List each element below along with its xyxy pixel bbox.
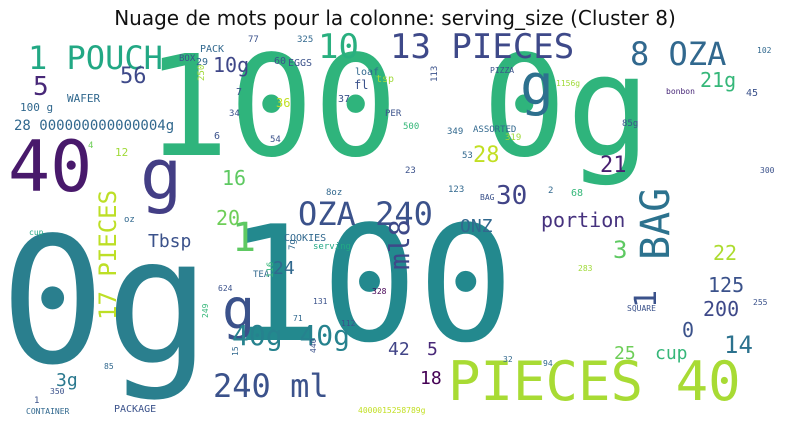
word-per: PER — [385, 109, 402, 119]
word-40: 40 — [8, 126, 93, 208]
word-portion: portion — [541, 208, 626, 232]
word-container: CONTAINER — [26, 407, 70, 416]
word-249: 249 — [201, 303, 210, 318]
word-250: 250 — [197, 64, 207, 81]
word-tsp: tsp — [376, 74, 395, 85]
word-94: 94 — [543, 359, 553, 368]
word-36: 36 — [276, 96, 291, 110]
word-16: 16 — [222, 166, 247, 190]
word-5: 5 — [33, 72, 49, 102]
word-serving: serving — [313, 242, 351, 252]
word-440: 440 — [309, 338, 318, 353]
word-100-g: 100 g — [20, 101, 54, 114]
word-21: 21 — [600, 153, 627, 178]
word-20: 20 — [216, 206, 241, 230]
word-53: 53 — [462, 151, 473, 161]
word-cup: cup — [29, 228, 44, 237]
word-28: 28 — [473, 143, 500, 168]
word-4000015258789g: 4000015258789g — [358, 406, 426, 415]
word-bonbon: bonbon — [666, 87, 695, 96]
word-18: 18 — [420, 368, 442, 389]
word-85: 85 — [104, 362, 114, 371]
word-42: 42 — [388, 339, 410, 360]
word-102: 102 — [757, 46, 772, 55]
word-24: 24 — [273, 258, 295, 279]
word-14: 14 — [724, 331, 753, 359]
word-319: 319 — [505, 133, 522, 143]
word-4: 4 — [88, 141, 94, 151]
word-500: 500 — [403, 122, 420, 132]
word-cup: cup — [655, 343, 688, 364]
word-2: 2 — [548, 186, 554, 196]
word-123: 123 — [448, 185, 465, 195]
word-cloud: 100 0g 0g 100 PIECES 40 40 g g g 1 POUCH 10 13 PIE… — [0, 0, 790, 429]
word-325: 325 — [297, 35, 314, 45]
word-200: 200 — [703, 297, 740, 321]
word-box: BOX — [179, 54, 196, 64]
word-8-oza: 8 OZA — [630, 35, 727, 73]
word-pizza: PIZZA — [490, 66, 515, 75]
word-pack: PACK — [200, 44, 225, 55]
word-eggs: EGGS — [288, 58, 313, 69]
word-40g-40g: 40g 40g — [232, 319, 351, 352]
word-23: 23 — [405, 166, 416, 176]
word-bag: BAG — [633, 187, 679, 260]
word-116: 116 — [266, 261, 276, 278]
word-54: 54 — [270, 135, 281, 145]
word-pieces-40: PIECES 40 — [448, 350, 741, 413]
word-21g: 21g — [700, 68, 737, 92]
word-7g: 7g — [288, 239, 298, 250]
word-1: 1 — [34, 396, 40, 406]
word-17-pieces: 17 PIECES — [94, 189, 122, 320]
word-32: 32 — [503, 355, 513, 364]
word-g: g — [140, 134, 183, 216]
word-6: 6 — [214, 131, 221, 142]
word-1156g: 1156g — [556, 79, 581, 88]
word-45: 45 — [746, 88, 759, 99]
word-113: 113 — [430, 65, 440, 82]
word-tbsp: Tbsp — [148, 231, 192, 252]
word-283: 283 — [578, 264, 593, 273]
word-328: 328 — [372, 287, 387, 296]
word-300: 300 — [760, 166, 775, 175]
word-8oz: 8oz — [326, 188, 343, 198]
word-125: 125 — [708, 273, 745, 297]
word-131: 131 — [313, 297, 328, 306]
word-bag: BAG — [480, 193, 495, 202]
word-85g: 85g — [622, 119, 639, 129]
word-wafer: WAFER — [67, 92, 101, 105]
word-60: 60 — [274, 56, 287, 67]
word-37: 37 — [338, 94, 351, 105]
word-15: 15 — [231, 346, 240, 356]
word-56: 56 — [120, 64, 147, 89]
word-28-000000000000004g: 28 000000000000004g — [14, 118, 175, 134]
word-350: 350 — [50, 387, 65, 396]
word-240-ml: 240 ml — [213, 367, 329, 405]
word-3: 3 — [613, 236, 628, 264]
word-oz: oz — [124, 215, 135, 225]
word-13-pieces: 13 PIECES — [390, 27, 575, 67]
word-ml8: ml8 — [383, 219, 416, 270]
word-10g: 10g — [213, 53, 250, 77]
word-34: 34 — [229, 109, 240, 119]
word-349: 349 — [447, 127, 464, 137]
word-112: 112 — [341, 319, 356, 328]
word-10: 10 — [318, 27, 359, 67]
word-0: 0 — [682, 318, 695, 342]
word-624: 624 — [218, 284, 233, 293]
word-25: 25 — [614, 343, 636, 364]
word-71: 71 — [293, 314, 303, 323]
word-5: 5 — [427, 339, 438, 360]
word-30: 30 — [496, 181, 528, 211]
word-package: PACKAGE — [114, 404, 157, 415]
word-12: 12 — [115, 146, 129, 159]
word-onz: ONZ — [460, 216, 493, 237]
word-square: SQUARE — [627, 304, 656, 313]
word-68: 68 — [571, 188, 584, 199]
word-77: 77 — [248, 35, 259, 45]
word-255: 255 — [753, 298, 768, 307]
word-7: 7 — [236, 87, 243, 98]
word-22: 22 — [713, 241, 738, 265]
word-fl: fl — [354, 78, 369, 92]
